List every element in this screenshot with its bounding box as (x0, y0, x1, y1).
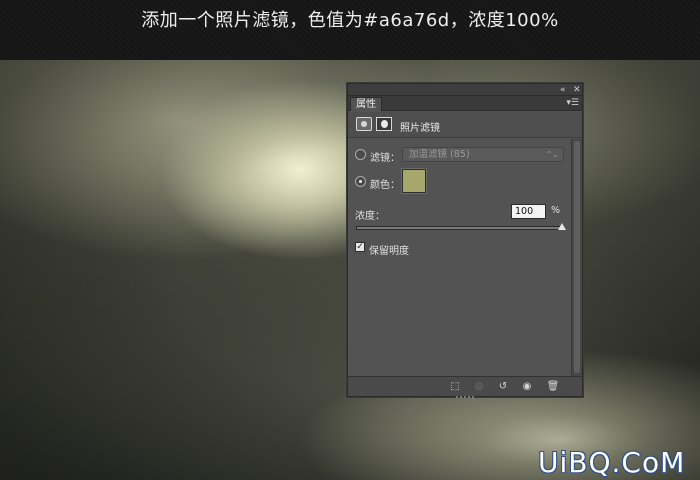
tab-properties[interactable]: 属性 (350, 97, 382, 111)
adjustment-header: 照片滤镜 (348, 112, 582, 138)
panel-topbar: « ✕ (348, 84, 582, 96)
color-option-label: 颜色： (370, 180, 400, 191)
density-input[interactable]: 100 (511, 204, 546, 219)
clip-to-layer-icon[interactable]: ⬚ (448, 381, 462, 393)
preserve-luminosity-checkbox[interactable]: ✓ (355, 242, 365, 252)
properties-panel: « ✕ 属性 ▾☰ 照片滤镜 滤镜： 加温滤镜 (85) ⌃⌄ 颜色： 浓度： … (347, 83, 583, 399)
panel-menu-icon[interactable]: ▾☰ (566, 98, 579, 109)
resize-grip[interactable] (456, 396, 474, 399)
view-previous-state-icon[interactable]: ◎ (472, 381, 486, 393)
density-label: 浓度： (355, 211, 385, 222)
close-icon[interactable]: ✕ (573, 84, 581, 96)
site-watermark: UiBQ.CoM (538, 446, 686, 479)
density-slider-thumb[interactable] (558, 223, 566, 230)
double-chevron-left-icon[interactable]: « (560, 84, 566, 96)
preserve-luminosity-label: 保留明度 (369, 246, 409, 257)
chevron-updown-icon: ⌃⌄ (545, 150, 559, 159)
filter-color-swatch[interactable] (401, 168, 427, 194)
adjustment-title: 照片滤镜 (400, 123, 440, 134)
filter-radio[interactable] (355, 149, 366, 160)
layer-mask-icon[interactable] (376, 117, 392, 131)
panel-scrollbar[interactable] (571, 139, 582, 376)
visibility-eye-icon[interactable]: ◉ (520, 381, 534, 393)
tutorial-caption: 添加一个照片滤镜，色值为#a6a76d，浓度100% (141, 10, 559, 31)
density-slider-track[interactable] (356, 226, 562, 230)
panel-bottom-toolbar: ⬚ ◎ ↺ ◉ 🗑 (348, 376, 582, 399)
color-radio[interactable] (355, 176, 366, 187)
photo-filter-adjustment-icon[interactable] (356, 117, 372, 131)
density-unit: % (551, 205, 561, 216)
reset-icon[interactable]: ↺ (496, 381, 510, 393)
trash-icon[interactable]: 🗑 (546, 381, 560, 393)
filter-preset-value: 加温滤镜 (85) (409, 149, 470, 160)
filter-preset-select[interactable]: 加温滤镜 (85) ⌃⌄ (402, 147, 564, 162)
scrollbar-thumb[interactable] (574, 141, 580, 373)
filter-option-label: 滤镜： (370, 153, 400, 164)
panel-tab-row: 属性 ▾☰ (348, 96, 582, 111)
density-slider-fill (357, 227, 561, 229)
